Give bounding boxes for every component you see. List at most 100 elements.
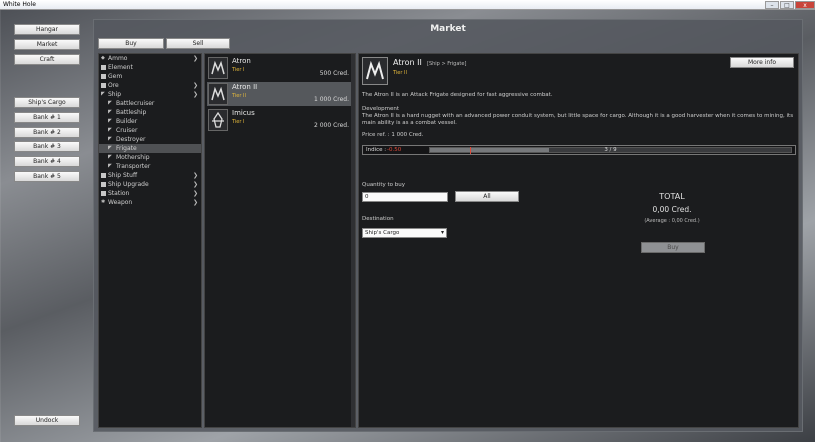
ship-tier: Tier II: [232, 93, 246, 99]
ship-name: Atron II: [232, 83, 258, 91]
total-label: TOTAL: [659, 192, 685, 201]
category-cruiser[interactable]: ◤ Cruiser: [99, 126, 201, 135]
ship-tier: Tier I: [232, 67, 245, 73]
ship-icon: ◤: [108, 127, 112, 133]
frigate-icon: [208, 57, 228, 79]
price-ref: Price ref. : 1 000 Cred.: [362, 132, 424, 138]
item-list: Atron Tier I 500 Cred. Atron II Tier II …: [204, 53, 356, 428]
category-battleship[interactable]: ◤ Battleship: [99, 108, 201, 117]
frigate-icon: [208, 109, 228, 131]
chevron-down-icon[interactable]: ❯: [193, 81, 198, 90]
tab-buy[interactable]: Buy: [98, 38, 164, 49]
bank-1-button[interactable]: Bank # 1: [14, 112, 80, 123]
destination-label: Destination: [362, 216, 394, 222]
all-button[interactable]: All: [455, 191, 519, 202]
indice-progress: 3 / 9: [429, 147, 792, 154]
category-destroyer[interactable]: ◤ Destroyer: [99, 135, 201, 144]
detail-ship-tier: Tier II: [393, 70, 407, 76]
list-item-imicus[interactable]: Imicus Tier I 2 000 Cred.: [207, 108, 351, 132]
chevron-down-icon[interactable]: ❯: [193, 180, 198, 189]
total-value: 0,00 Cred.: [652, 205, 692, 214]
ship-tier: Tier I: [232, 119, 245, 125]
category-ore[interactable]: Ore ❯: [99, 81, 201, 90]
list-item-atron[interactable]: Atron Tier I 500 Cred.: [207, 56, 351, 80]
indice-count: 3 / 9: [604, 147, 617, 153]
market-window: Market Buy Sell ◆ Ammo ❯ Element Gem Ore…: [93, 19, 803, 432]
ship-name: Imicus: [232, 109, 255, 117]
frigate-icon: [362, 57, 388, 85]
ship-icon: ◤: [108, 145, 112, 151]
ship-icon: ◤: [108, 163, 112, 169]
category-ship[interactable]: ◤ Ship ❯: [99, 90, 201, 99]
chevron-down-icon[interactable]: ❯: [193, 54, 198, 63]
craft-button[interactable]: Craft: [14, 54, 80, 65]
gear-icon: ✱: [101, 199, 106, 205]
indice-bar: Indice : -0.50 3 / 9: [362, 145, 796, 155]
destination-select[interactable]: Ship's Cargo ▾: [362, 228, 447, 238]
window-controls: – □ x: [764, 0, 815, 10]
bank-4-button[interactable]: Bank # 4: [14, 156, 80, 167]
ship-price: 500 Cred.: [319, 70, 349, 77]
category-ammo[interactable]: ◆ Ammo ❯: [99, 54, 201, 63]
ship-price: 2 000 Cred.: [313, 122, 349, 129]
market-button[interactable]: Market: [14, 39, 80, 50]
undock-button[interactable]: Undock: [14, 415, 80, 426]
quantity-input[interactable]: 0: [362, 192, 448, 202]
more-info-button[interactable]: More info: [730, 57, 794, 68]
hangar-button[interactable]: Hangar: [14, 24, 80, 35]
ship-icon: ◤: [108, 109, 112, 115]
ship-icon: ◤: [108, 154, 112, 160]
ship-icon: ◤: [108, 100, 112, 106]
ship-icon: ◤: [108, 118, 112, 124]
total-average: (Average : 0,00 Cred.): [644, 218, 700, 224]
window-titlebar: White Hole – □ x: [0, 0, 815, 10]
frigate-icon: [208, 83, 228, 105]
detail-ship-class: [Ship > Frigate]: [427, 61, 467, 67]
market-title: Market: [430, 24, 466, 34]
chevron-down-icon[interactable]: ❯: [193, 189, 198, 198]
category-mothership[interactable]: ◤ Mothership: [99, 153, 201, 162]
category-frigate[interactable]: ◤ Frigate: [99, 144, 201, 153]
bank-5-button[interactable]: Bank # 5: [14, 171, 80, 182]
category-builder[interactable]: ◤ Builder: [99, 117, 201, 126]
ships-cargo-button[interactable]: Ship's Cargo: [14, 97, 80, 108]
square-icon: [101, 182, 106, 187]
window-title: White Hole: [3, 1, 36, 8]
bank-2-button[interactable]: Bank # 2: [14, 127, 80, 138]
category-gem[interactable]: Gem: [99, 72, 201, 81]
ship-icon: ◤: [108, 136, 112, 142]
minimize-icon[interactable]: –: [765, 1, 779, 9]
category-ship-upgrade[interactable]: Ship Upgrade ❯: [99, 180, 201, 189]
detail-summary: The Atron II is an Attack Frigate design…: [362, 92, 553, 98]
category-ship-stuff[interactable]: Ship Stuff ❯: [99, 171, 201, 180]
chevron-down-icon: ▾: [440, 229, 444, 236]
item-detail: Atron II [Ship > Frigate] Tier II More i…: [358, 53, 799, 428]
list-item-atron-ii[interactable]: Atron II Tier II 1 000 Cred.: [207, 82, 351, 106]
ship-icon: ◤: [101, 91, 105, 97]
square-icon: [101, 173, 106, 178]
category-battlecruiser[interactable]: ◤ Battlecruiser: [99, 99, 201, 108]
bank-3-button[interactable]: Bank # 3: [14, 141, 80, 152]
category-station[interactable]: Station ❯: [99, 189, 201, 198]
development-heading: Development: [362, 106, 400, 112]
category-element[interactable]: Element: [99, 63, 201, 72]
square-icon: [101, 74, 106, 79]
square-icon: [101, 191, 106, 196]
ship-price: 1 000 Cred.: [313, 96, 349, 103]
chevron-down-icon[interactable]: ❯: [193, 198, 198, 207]
category-weapon[interactable]: ✱ Weapon ❯: [99, 198, 201, 207]
square-icon: [101, 83, 106, 88]
buy-button[interactable]: Buy: [641, 242, 705, 253]
ship-name: Atron: [232, 57, 251, 65]
maximize-icon[interactable]: □: [780, 1, 794, 9]
category-tree: ◆ Ammo ❯ Element Gem Ore ❯ ◤ Ship ❯ ◤ Ba…: [98, 53, 202, 428]
left-nav: Hangar Market Craft Ship's Cargo Bank # …: [0, 10, 92, 442]
quantity-label: Quantity to buy: [362, 182, 406, 188]
category-transporter[interactable]: ◤ Transporter: [99, 162, 201, 171]
close-icon[interactable]: x: [795, 1, 815, 9]
tab-sell[interactable]: Sell: [166, 38, 230, 49]
list-scrollbar[interactable]: [351, 54, 355, 427]
chevron-up-icon[interactable]: ❯: [193, 90, 198, 99]
diamond-icon: ◆: [101, 55, 105, 61]
chevron-down-icon[interactable]: ❯: [193, 171, 198, 180]
